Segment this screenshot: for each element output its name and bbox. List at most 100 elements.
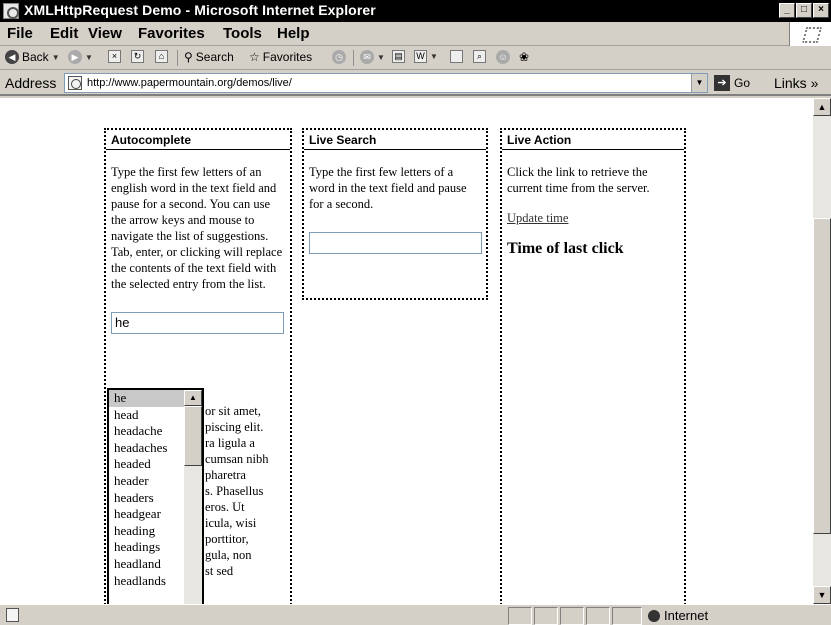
time-of-last-click-heading: Time of last click [507, 240, 624, 257]
butterfly-icon: ❀ [519, 50, 530, 64]
menu-view[interactable]: View [88, 25, 122, 42]
lorem-line: cumsan nibh [205, 452, 269, 466]
suggestion-scrollbar[interactable]: ▲ [184, 390, 202, 604]
links-toolbar[interactable]: Links » [774, 75, 818, 91]
live-search-input[interactable] [309, 232, 482, 254]
globe-icon [648, 609, 660, 622]
edit-button[interactable]: W ▼ [414, 50, 438, 63]
zone-label: Internet [664, 608, 709, 623]
lorem-line: ra ligula a [205, 436, 255, 450]
mail-button[interactable]: ✉ ▼ [360, 50, 385, 64]
messenger-icon: ☺ [496, 50, 510, 64]
menu-help[interactable]: Help [277, 25, 310, 42]
lorem-line: piscing elit. [205, 420, 264, 434]
maximize-button[interactable]: □ [796, 3, 812, 18]
live-search-panel: Live Search Type the first few letters o… [302, 128, 488, 300]
minimize-button[interactable]: _ [779, 3, 795, 18]
discuss-button[interactable] [450, 50, 463, 63]
refresh-icon: ↻ [131, 50, 144, 63]
close-button[interactable]: × [813, 3, 829, 18]
address-input[interactable]: http://www.papermountain.org/demos/live/… [64, 73, 708, 93]
live-action-description: Click the link to retrieve the current t… [507, 165, 650, 195]
page-scroll-thumb[interactable] [813, 218, 831, 534]
word-icon: W [414, 50, 427, 63]
status-page-icon [6, 608, 19, 622]
menu-file[interactable]: File [7, 25, 33, 42]
history-button[interactable]: ◷ [332, 50, 346, 64]
print-button[interactable]: ▤ [392, 50, 405, 63]
menu-bar: File Edit View Favorites Tools Help [0, 22, 831, 46]
live-search-description: Type the first few letters of a word in … [309, 165, 467, 211]
toolbar-separator [353, 50, 354, 66]
go-arrow-icon: ➔ [714, 75, 730, 91]
go-label: Go [734, 76, 751, 90]
autocomplete-input[interactable]: he [111, 312, 284, 334]
suggestion-list[interactable]: he head headache headaches headed header… [107, 388, 204, 604]
status-cell [612, 607, 642, 625]
ie-app-icon[interactable] [3, 3, 19, 19]
menu-favorites[interactable]: Favorites [138, 25, 205, 42]
suggestion-scroll-thumb[interactable] [184, 406, 202, 466]
search-icon: ⚲ [184, 50, 193, 64]
lorem-line: gula, non [205, 548, 252, 562]
scroll-up-icon[interactable]: ▲ [184, 390, 202, 406]
address-bar: Address http://www.papermountain.org/dem… [0, 70, 831, 96]
research-button[interactable]: ⌕ [473, 50, 486, 63]
lorem-line: eros. Ut [205, 500, 245, 514]
address-label: Address [5, 75, 57, 91]
autocomplete-description: Type the first few letters of an english… [111, 165, 283, 291]
messenger-button[interactable]: ☺ [496, 50, 510, 64]
window-title: XMLHttpRequest Demo - Microsoft Internet… [24, 2, 376, 18]
menu-edit[interactable]: Edit [50, 25, 78, 42]
lorem-line: icula, wisi [205, 516, 257, 530]
scroll-down-icon[interactable]: ▼ [813, 586, 831, 604]
lorem-line: or sit amet, [205, 404, 261, 418]
stop-button[interactable]: × [108, 50, 121, 63]
search-button[interactable]: ⚲ Search [184, 50, 234, 64]
menu-tools[interactable]: Tools [223, 25, 262, 42]
security-zone[interactable]: Internet [648, 608, 708, 623]
forward-arrow-icon: ▶ [68, 50, 82, 64]
history-icon: ◷ [332, 50, 346, 64]
live-search-title: Live Search [304, 130, 486, 150]
favorites-star-icon: ☆ [249, 50, 260, 64]
go-button[interactable]: ➔ Go [714, 75, 750, 91]
stop-icon: × [108, 50, 121, 63]
back-arrow-icon: ◀ [5, 50, 19, 64]
favorites-button[interactable]: ☆ Favorites [249, 50, 312, 64]
back-button[interactable]: ◀ Back ▼ [5, 50, 60, 64]
scroll-up-icon[interactable]: ▲ [813, 98, 831, 116]
refresh-button[interactable]: ↻ [131, 50, 144, 63]
forward-button[interactable]: ▶ ▼ [68, 50, 93, 64]
page-icon [68, 76, 82, 90]
toolbar-separator [177, 50, 178, 66]
title-bar: XMLHttpRequest Demo - Microsoft Internet… [0, 0, 831, 22]
status-cell [586, 607, 610, 625]
address-dropdown-icon[interactable]: ▼ [691, 74, 707, 92]
print-icon: ▤ [392, 50, 405, 63]
mail-icon: ✉ [360, 50, 374, 64]
extra-tool-button[interactable]: ❀ [519, 50, 529, 64]
mail-dropdown-icon[interactable]: ▼ [377, 53, 385, 62]
address-url[interactable]: http://www.papermountain.org/demos/live/ [87, 77, 292, 89]
lorem-line: pharetra [205, 468, 246, 482]
window-controls: _ □ × [778, 3, 829, 18]
autocomplete-title: Autocomplete [106, 130, 290, 150]
forward-dropdown-icon[interactable]: ▼ [85, 53, 93, 62]
home-icon: ⌂ [155, 50, 168, 63]
lorem-line: porttitor, [205, 532, 249, 546]
favorites-label: Favorites [262, 50, 313, 64]
update-time-link[interactable]: Update time [507, 211, 568, 225]
edit-dropdown-icon[interactable]: ▼ [430, 52, 438, 61]
lorem-line: st sed [205, 564, 234, 578]
home-button[interactable]: ⌂ [155, 50, 168, 63]
lorem-text: or sit amet, piscing elit. ra ligula a c… [205, 403, 291, 579]
page-scrollbar[interactable]: ▲ ▼ [813, 98, 831, 604]
back-dropdown-icon[interactable]: ▼ [52, 53, 60, 62]
lorem-line: s. Phasellus [205, 484, 264, 498]
live-action-title: Live Action [502, 130, 684, 150]
discuss-icon [450, 50, 463, 63]
page-content: Autocomplete Type the first few letters … [0, 98, 813, 604]
back-label: Back [22, 50, 49, 64]
research-icon: ⌕ [473, 50, 486, 63]
